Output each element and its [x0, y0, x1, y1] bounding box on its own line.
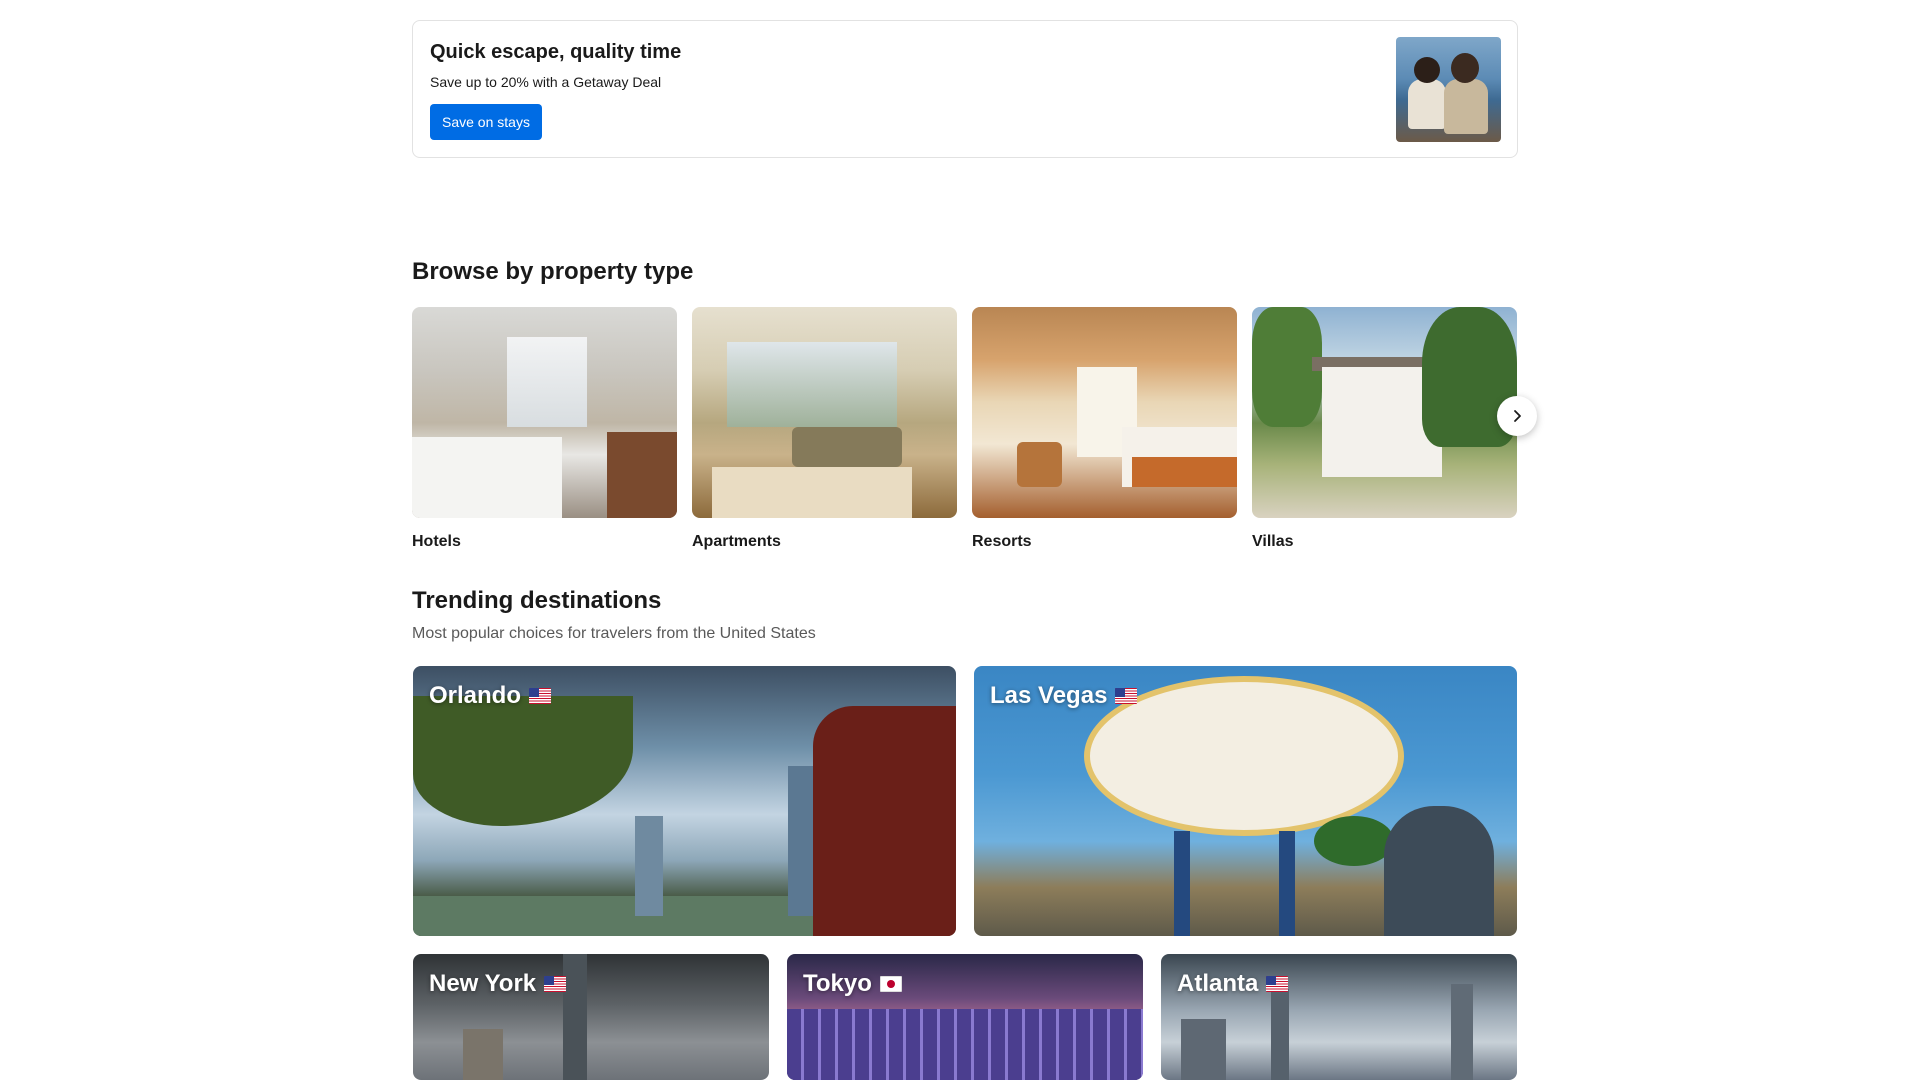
property-label-villas[interactable]: Villas: [1252, 533, 1517, 551]
property-label-apartments[interactable]: Apartments: [692, 533, 957, 551]
trending-heading: Trending destinations: [412, 587, 662, 614]
us-flag-icon: [544, 976, 567, 992]
property-card-hotels[interactable]: Hotels: [412, 307, 677, 551]
getaway-deal-banner: Quick escape, quality time Save up to 20…: [412, 20, 1518, 158]
property-label-resorts[interactable]: Resorts: [972, 533, 1237, 551]
property-label-hotels[interactable]: Hotels: [412, 533, 677, 551]
destination-card-orlando[interactable]: Orlando: [413, 666, 956, 936]
destination-card-las-vegas[interactable]: Las Vegas: [974, 666, 1517, 936]
destination-card-atlanta[interactable]: Atlanta: [1161, 954, 1517, 1080]
property-card-apartments[interactable]: Apartments: [692, 307, 957, 551]
destination-name-atlanta[interactable]: Atlanta: [1177, 970, 1258, 998]
us-flag-icon: [1266, 976, 1289, 992]
destination-card-new-york[interactable]: New York: [413, 954, 769, 1080]
resorts-image[interactable]: [972, 307, 1237, 518]
promo-subtitle: Save up to 20% with a Getaway Deal: [430, 74, 662, 90]
chevron-right-icon: [1514, 410, 1521, 422]
hotels-image[interactable]: [412, 307, 677, 518]
villas-image[interactable]: [1252, 307, 1517, 518]
property-card-resorts[interactable]: Resorts: [972, 307, 1237, 551]
promo-image: [1396, 37, 1501, 142]
destination-name-orlando[interactable]: Orlando: [429, 682, 521, 710]
us-flag-icon: [1115, 688, 1138, 704]
destination-card-tokyo[interactable]: Tokyo: [787, 954, 1143, 1080]
trending-subtitle: Most popular choices for travelers from …: [412, 625, 816, 642]
carousel-next-button[interactable]: [1497, 396, 1537, 436]
promo-title: Quick escape, quality time: [430, 41, 682, 63]
destination-name-tokyo[interactable]: Tokyo: [803, 970, 872, 998]
save-on-stays-button[interactable]: Save on stays: [430, 104, 542, 140]
us-flag-icon: [529, 688, 552, 704]
jp-flag-icon: [879, 976, 902, 992]
property-card-villas[interactable]: Villas: [1252, 307, 1517, 551]
property-type-heading: Browse by property type: [412, 258, 694, 285]
destination-name-las-vegas[interactable]: Las Vegas: [990, 682, 1107, 710]
apartments-image[interactable]: [692, 307, 957, 518]
destination-name-new-york[interactable]: New York: [429, 970, 536, 998]
